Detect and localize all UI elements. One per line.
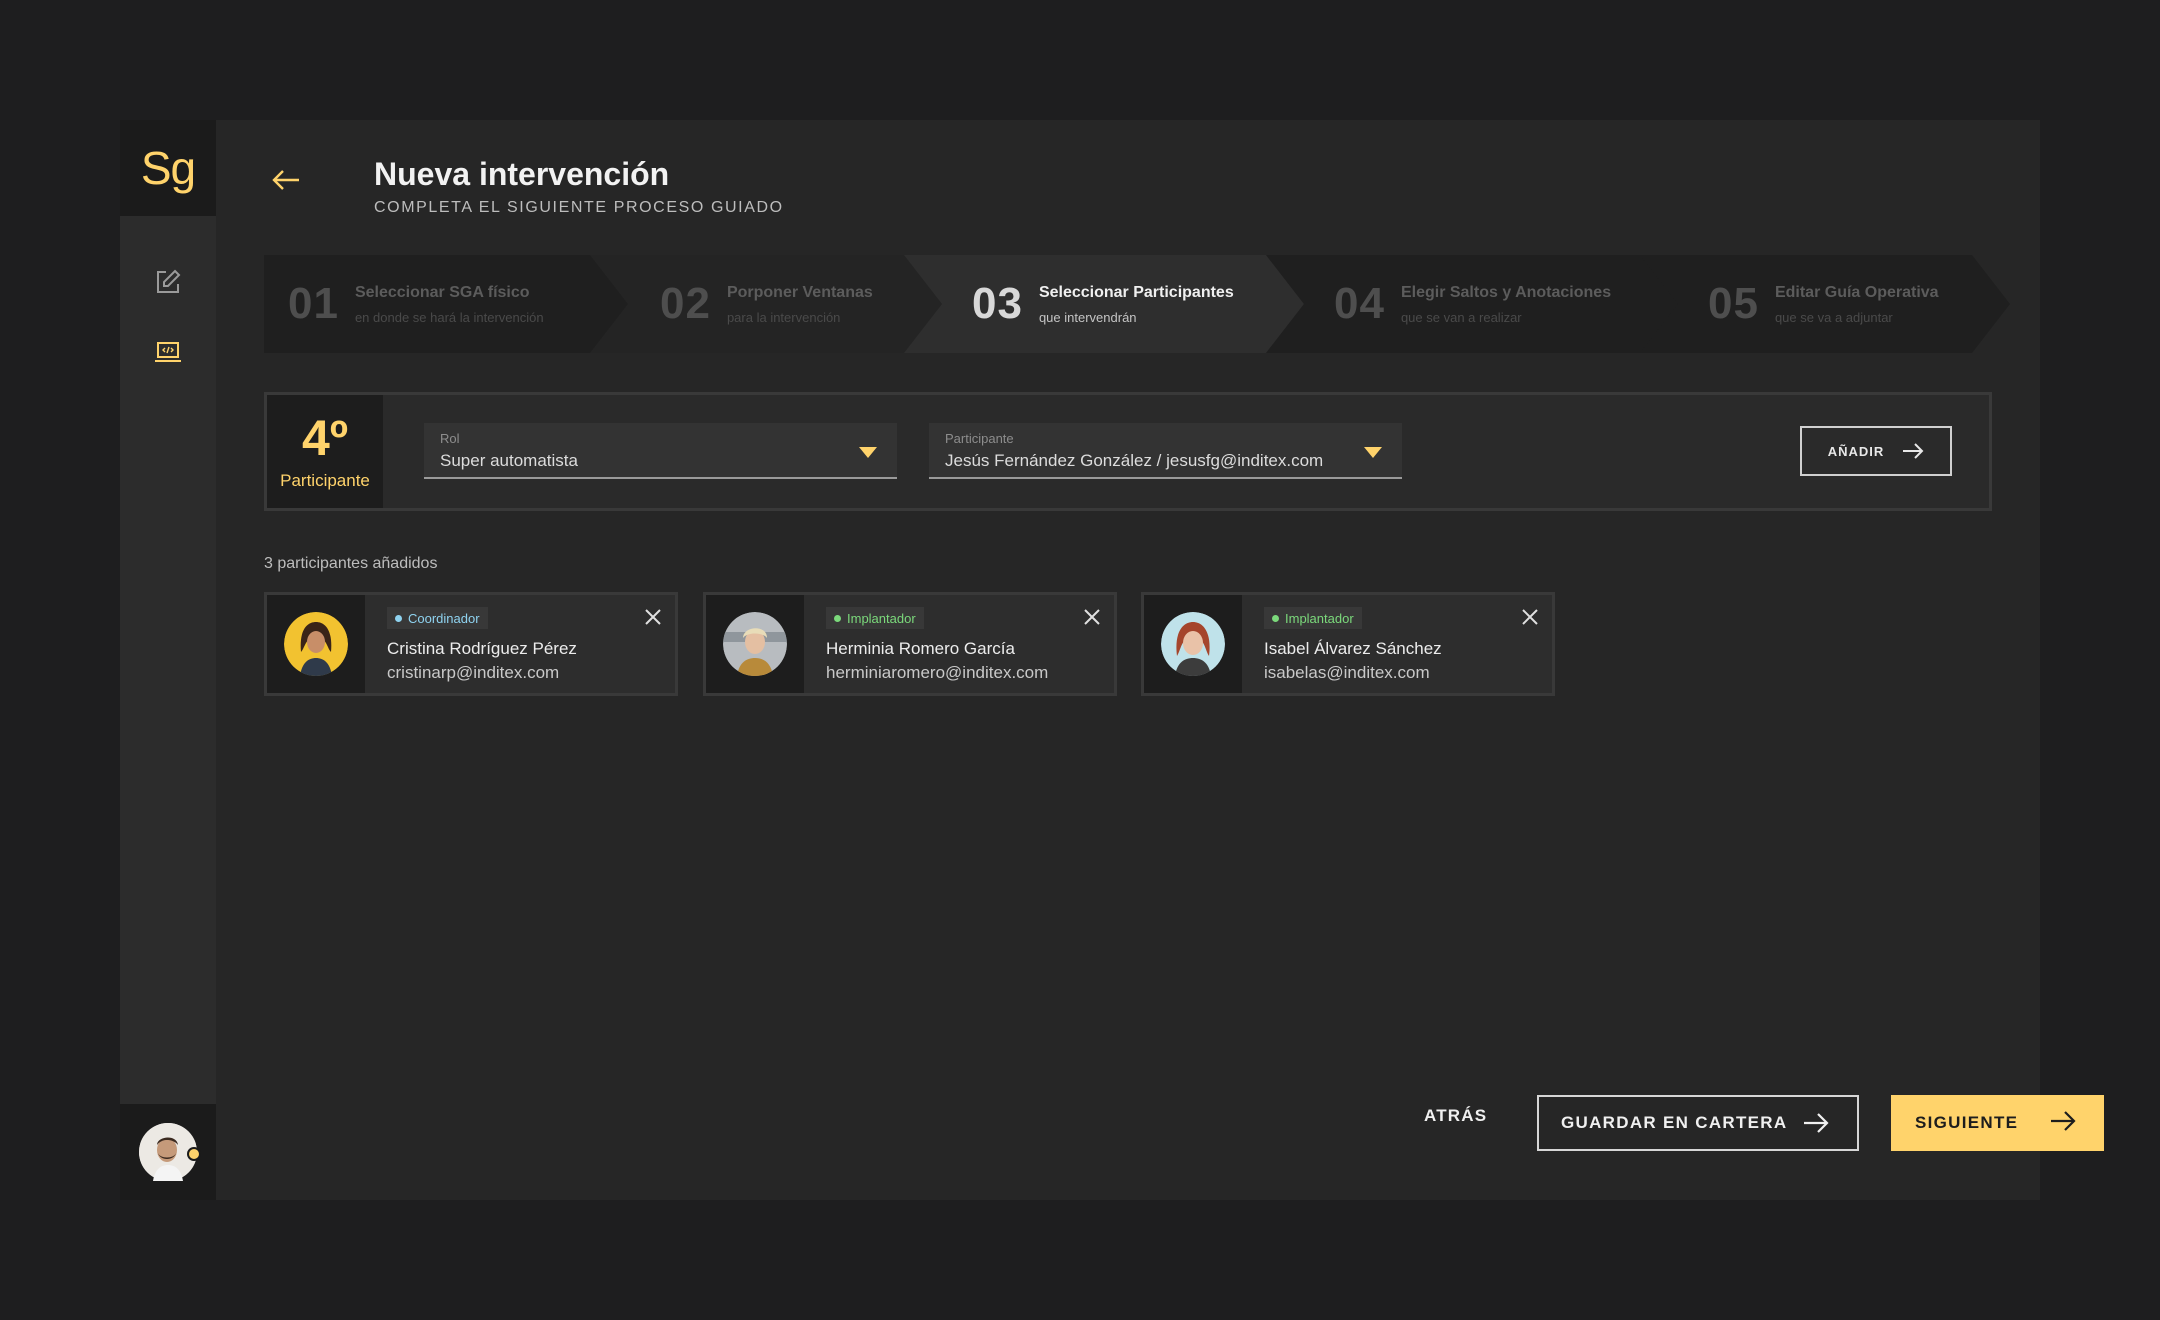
back-arrow-icon[interactable]: [266, 160, 306, 200]
step-title: Editar Guía Operativa: [1774, 283, 1939, 301]
participant-email: cristinarp@inditex.com: [387, 663, 560, 682]
main-content: Nueva intervención COMPLETA EL SIGUIENTE…: [216, 120, 2104, 1200]
next-button-label: SIGUIENTE: [1915, 1113, 2019, 1132]
step-desc: en donde se hará la intervención: [354, 309, 544, 325]
arrow-right-icon: [1804, 1113, 1829, 1133]
participant-photo: [1144, 595, 1242, 693]
participant-card: Coordinador Cristina Rodríguez Pérez cri…: [264, 592, 678, 696]
role-select-label: Rol: [440, 431, 460, 446]
role-badge: Coordinador: [387, 607, 488, 629]
stepper: 01 Seleccionar SGA físico en donde se har…: [264, 255, 1992, 353]
step-number: 05: [1708, 279, 1759, 328]
close-icon[interactable]: [641, 605, 665, 629]
step-3[interactable]: 03 Seleccionar Participantes que interven…: [904, 255, 1304, 353]
role-select[interactable]: Rol Super automatista: [424, 423, 897, 479]
participant-select-label: Participante: [945, 431, 1014, 446]
participant-count: 4º: [301, 409, 349, 466]
add-button-label: AÑADIR: [1827, 443, 1885, 459]
step-desc: para la intervención: [726, 309, 841, 325]
step-5[interactable]: 05 Editar Guía Operativa que se va a adju…: [1640, 255, 2010, 353]
participant-name: Isabel Álvarez Sánchez: [1264, 639, 1442, 658]
participant-name: Herminia Romero García: [826, 639, 1015, 658]
step-number: 03: [972, 279, 1023, 328]
user-menu[interactable]: [120, 1104, 216, 1200]
app-window: Sg Nueva intervención COMPLETA EL SIGUIE…: [120, 120, 2104, 1200]
step-title: Porponer Ventanas: [726, 283, 873, 301]
participant-counter: 4º Participante: [267, 395, 383, 508]
step-1[interactable]: 01 Seleccionar SGA físico en donde se har…: [264, 255, 628, 353]
participant-photo: [267, 595, 365, 693]
step-title: Seleccionar SGA físico: [354, 283, 530, 301]
close-icon[interactable]: [1518, 605, 1542, 629]
participant-photo: [706, 595, 804, 693]
user-avatar[interactable]: [139, 1123, 201, 1181]
step-desc: que se va a adjuntar: [1774, 309, 1893, 325]
step-title: Elegir Saltos y Anotaciones: [1400, 283, 1612, 301]
chevron-down-icon: [859, 447, 877, 458]
role-badge: Implantador: [1264, 607, 1362, 629]
app-logo[interactable]: Sg: [120, 120, 216, 216]
add-button[interactable]: AÑADIR: [1800, 426, 1952, 476]
step-desc: que se van a realizar: [1400, 309, 1522, 325]
participant-card: Implantador Isabel Álvarez Sánchez isabe…: [1141, 592, 1555, 696]
step-number: 01: [288, 279, 339, 328]
role-badge: Implantador: [826, 607, 924, 629]
role-dot: [1272, 614, 1279, 622]
page-title: Nueva intervención: [374, 156, 670, 192]
chevron-down-icon: [1364, 447, 1382, 458]
back-button[interactable]: ATRÁS: [1424, 1106, 1487, 1126]
participant-card: Implantador Herminia Romero García hermi…: [703, 592, 1117, 696]
add-participant-panel: 4º Participante Rol Super automatista Pa…: [264, 392, 1992, 511]
step-2[interactable]: 02 Porponer Ventanas para la intervención: [590, 255, 942, 353]
arrow-right-icon: [2051, 1111, 2076, 1131]
save-to-portfolio-button[interactable]: GUARDAR EN CARTERA: [1537, 1095, 1859, 1151]
close-icon[interactable]: [1080, 605, 1104, 629]
step-number: 04: [1334, 279, 1385, 328]
step-title: Seleccionar Participantes: [1038, 283, 1234, 301]
arrow-right-icon: [1903, 443, 1924, 459]
role-badge-label: Implantador: [847, 610, 916, 626]
participant-email: herminiaromero@inditex.com: [826, 663, 1049, 682]
sidebar: Sg: [120, 120, 216, 1200]
edit-icon[interactable]: [152, 266, 184, 298]
role-select-value: Super automatista: [440, 451, 578, 470]
step-4[interactable]: 04 Elegir Saltos y Anotaciones que se van…: [1266, 255, 1678, 353]
page-subtitle: COMPLETA EL SIGUIENTE PROCESO GUIADO: [374, 199, 784, 216]
role-dot: [395, 614, 402, 622]
participants-added-count: 3 participantes añadidos: [264, 555, 438, 572]
save-button-label: GUARDAR EN CARTERA: [1561, 1113, 1788, 1132]
participant-select[interactable]: Participante Jesús Fernández González / …: [929, 423, 1402, 479]
participant-name: Cristina Rodríguez Pérez: [387, 639, 577, 658]
role-badge-label: Coordinador: [408, 610, 480, 626]
role-dot: [834, 614, 841, 622]
step-desc: que intervendrán: [1038, 309, 1137, 325]
next-button[interactable]: SIGUIENTE: [1891, 1095, 2104, 1151]
step-number: 02: [660, 279, 711, 328]
role-badge-label: Implantador: [1285, 610, 1354, 626]
participant-email: isabelas@inditex.com: [1264, 663, 1430, 682]
participant-select-value: Jesús Fernández González / jesusfg@indit…: [945, 451, 1324, 470]
online-status-dot: [187, 1147, 201, 1161]
participant-count-label: Participante: [280, 470, 370, 490]
laptop-code-icon[interactable]: [152, 336, 184, 368]
